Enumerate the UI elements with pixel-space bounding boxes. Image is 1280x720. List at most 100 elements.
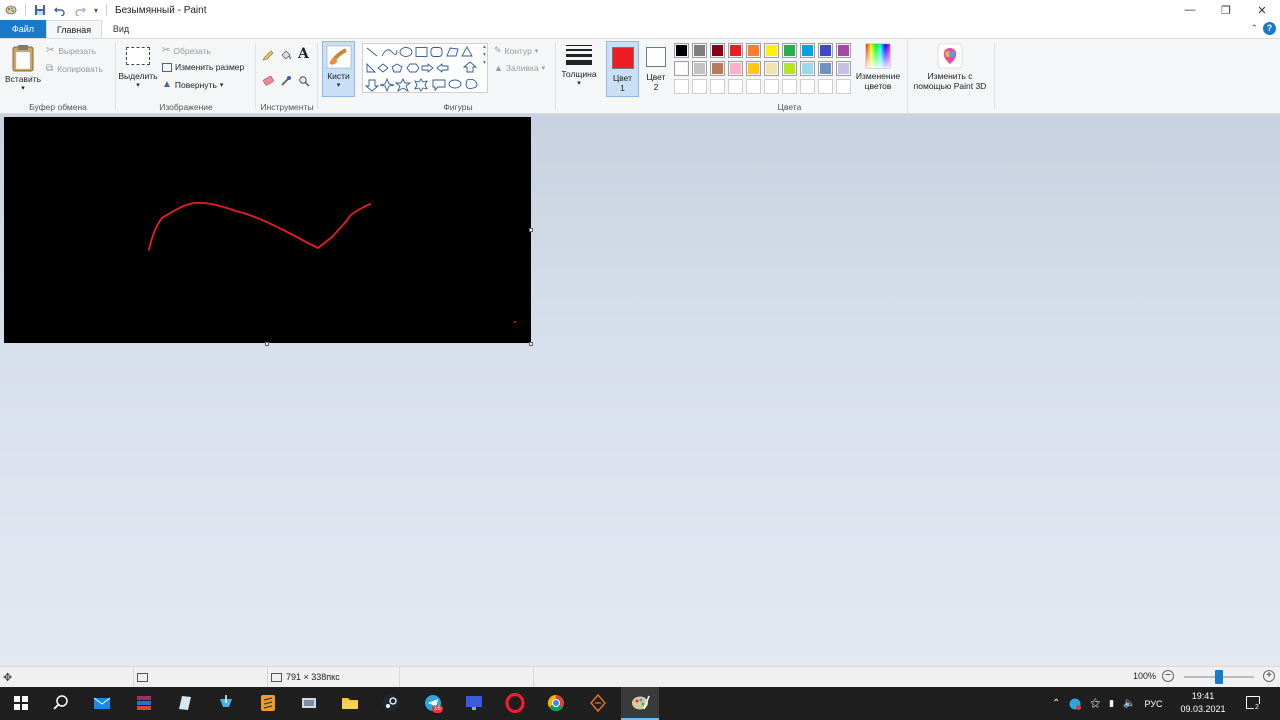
windows-start-icon[interactable]: [11, 693, 31, 713]
mail-icon[interactable]: [92, 693, 112, 713]
battery-icon[interactable]: ▮: [1109, 698, 1114, 709]
canvas-workspace[interactable]: [0, 114, 1280, 666]
customize-qa-chevron-icon[interactable]: ▾: [94, 6, 98, 15]
resize-label: Изменить размер: [175, 62, 245, 72]
rotate-icon: ▲: [162, 79, 172, 90]
restore-button[interactable]: ❐: [1208, 0, 1244, 20]
drawing-canvas[interactable]: [4, 117, 531, 343]
clock-date: 09.03.2021: [1180, 704, 1226, 714]
image-group: Выделить ▾ ✂ Обрезать Изменить размер ▲ …: [116, 39, 256, 114]
colors-group: Цвета: [672, 39, 908, 114]
color-picker-icon[interactable]: [280, 75, 292, 87]
close-button[interactable]: ✕: [1244, 0, 1280, 20]
tab-file[interactable]: Файл: [0, 20, 46, 38]
tools-group-label: Инструменты: [260, 102, 314, 112]
resize-handle-bottom[interactable]: [265, 342, 269, 346]
resize-button[interactable]: Изменить размер: [162, 62, 244, 72]
undo-icon[interactable]: [54, 4, 66, 16]
tab-home[interactable]: Главная: [46, 20, 102, 38]
steam-icon[interactable]: [381, 693, 401, 713]
search-icon[interactable]: [51, 693, 71, 713]
color1-swatch: [611, 47, 634, 69]
sublime-text-icon[interactable]: [258, 693, 278, 713]
file-explorer-icon[interactable]: [340, 693, 360, 713]
ide-app-icon[interactable]: [588, 693, 608, 713]
title-bar: ▾ Безымянный - Paint — ❐ ✕: [0, 0, 1280, 20]
paste-button[interactable]: Вставить ▾: [4, 43, 42, 97]
download-manager-icon[interactable]: [216, 693, 236, 713]
clock[interactable]: 19:41 09.03.2021: [1178, 690, 1228, 716]
volume-icon[interactable]: 🔈: [1123, 698, 1135, 709]
fill-button[interactable]: ▲ Заливка ▾: [494, 63, 545, 73]
cut-button[interactable]: ✂ Вырезать: [46, 45, 96, 56]
rotate-label: Повернуть: [174, 79, 217, 90]
resize-handle-corner[interactable]: [529, 342, 533, 346]
select-dropdown-icon[interactable]: ▾: [118, 81, 158, 89]
paste-dropdown-icon[interactable]: ▾: [4, 84, 42, 92]
color2-label: Цвет: [646, 72, 666, 82]
eraser-icon[interactable]: [262, 75, 274, 87]
clipboard-group-label: Буфер обмена: [29, 102, 87, 112]
rotate-dropdown-icon[interactable]: ▾: [220, 81, 224, 89]
telegram-tray-icon[interactable]: [1069, 698, 1082, 710]
fill-bucket-icon[interactable]: [280, 49, 292, 61]
red-dot: [514, 321, 516, 323]
image-size-cell: 791 × 338пкс: [268, 667, 400, 687]
crop-label: Обрезать: [173, 45, 211, 56]
shapes-scroll[interactable]: ▴ ▾ ▾: [481, 43, 488, 67]
pencil-icon[interactable]: [262, 49, 274, 61]
zoom-in-button[interactable]: +: [1263, 670, 1275, 682]
brushes-button[interactable]: Кисти ▾: [322, 41, 355, 97]
collapse-ribbon-chevron-icon[interactable]: ⌃: [1250, 23, 1258, 34]
opera-icon[interactable]: [505, 693, 525, 713]
size-group: Толщина ▾: [556, 39, 602, 114]
shapes-gallery[interactable]: [362, 43, 488, 93]
save-icon[interactable]: [34, 4, 46, 16]
paint-app-icon: [5, 5, 17, 15]
edit-with-paint3d-button[interactable]: Изменить с помощью Paint 3D: [908, 43, 992, 91]
monitor-app-icon[interactable]: [464, 693, 484, 713]
notes-app-icon[interactable]: [175, 693, 195, 713]
outline-label: Контур: [504, 45, 532, 56]
redo-icon[interactable]: [74, 4, 86, 16]
tab-view[interactable]: Вид: [104, 20, 138, 38]
clipboard-icon: [12, 45, 34, 72]
crop-button[interactable]: ✂ Обрезать: [162, 45, 211, 56]
notifications-count: 2: [1254, 704, 1260, 711]
minimize-button[interactable]: —: [1172, 0, 1208, 20]
color2-button[interactable]: Цвет 2: [640, 41, 672, 97]
copy-button[interactable]: ⧉ Копировать: [46, 63, 103, 74]
wifi-icon[interactable]: ⚝: [1090, 698, 1100, 709]
input-language[interactable]: РУС: [1145, 699, 1163, 709]
clock-time: 19:41: [1191, 691, 1215, 701]
magnifier-icon[interactable]: [298, 75, 310, 87]
zoom-slider-thumb[interactable]: [1215, 670, 1223, 684]
selection-size-cell: [134, 667, 268, 687]
paint-taskbar-button[interactable]: [621, 687, 659, 720]
outline-button[interactable]: ✎ Контур ▾: [494, 45, 538, 56]
taskbar: 16 ⌃ ⚝ ▮ 🔈 РУС 19:41 09.03.2021 2: [0, 687, 1280, 720]
ribbon-tabs: Файл Главная Вид ⌃ ?: [0, 20, 1280, 38]
select-icon: [126, 47, 150, 65]
paint3d-label-1: Изменить с: [927, 71, 973, 81]
color2-number: 2: [653, 82, 659, 92]
show-hidden-icons-chevron-icon[interactable]: ⌃: [1052, 698, 1060, 709]
resize-handle-right[interactable]: [529, 228, 533, 232]
zoom-out-button[interactable]: −: [1162, 670, 1174, 682]
size-label: Толщина: [561, 69, 597, 79]
image-dimensions: 791 × 338пкс: [286, 672, 340, 682]
winrar-icon[interactable]: [134, 693, 154, 713]
device-manager-icon[interactable]: [299, 693, 319, 713]
copy-icon: ⧉: [46, 63, 54, 74]
file-size-cell: [400, 667, 534, 687]
chrome-icon[interactable]: [546, 693, 566, 713]
text-tool-icon[interactable]: A: [298, 46, 309, 62]
copy-label: Копировать: [57, 63, 103, 74]
color1-button[interactable]: Цвет 1: [606, 41, 639, 97]
size-button[interactable]: Толщина ▾: [559, 43, 599, 97]
outline-dropdown-icon: ▾: [534, 47, 539, 55]
help-icon[interactable]: ?: [1263, 22, 1276, 35]
scissors-icon: ✂: [46, 45, 55, 56]
select-button[interactable]: Выделить ▾: [118, 45, 158, 89]
rotate-button[interactable]: ▲ Повернуть ▾: [162, 79, 223, 90]
